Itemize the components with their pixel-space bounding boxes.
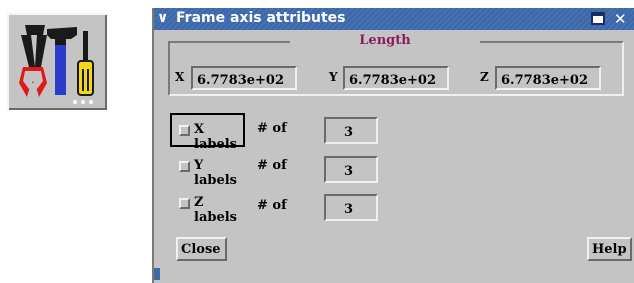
y-labels-checkbox[interactable] bbox=[179, 161, 190, 172]
x-labels-checkbox[interactable] bbox=[179, 125, 190, 136]
x-labels-label: X labels bbox=[194, 122, 237, 152]
y-labels-label: Y labels bbox=[194, 158, 237, 188]
length-z-field[interactable]: 6.7783e+02 bbox=[495, 66, 601, 90]
frame-axis-attributes-window: ∨ Frame axis attributes ✕ Length X 6.778… bbox=[152, 8, 634, 283]
maximize-icon[interactable] bbox=[591, 12, 605, 25]
x-labels-count-field[interactable]: 3 bbox=[324, 117, 378, 144]
y-labels-toggle[interactable]: Y labels bbox=[170, 151, 245, 188]
title-bar[interactable]: ∨ Frame axis attributes ✕ bbox=[154, 8, 634, 30]
z-labels-checkbox[interactable] bbox=[179, 198, 190, 209]
z-labels-toggle[interactable]: Z labels bbox=[170, 188, 245, 225]
z-labels-label: Z labels bbox=[194, 195, 237, 225]
z-labels-count-label: # of bbox=[257, 198, 287, 213]
z-axis-label: Z bbox=[480, 70, 489, 84]
x-labels-count-label: # of bbox=[257, 121, 287, 136]
window-bottom-edge bbox=[154, 268, 160, 280]
window-title: Frame axis attributes bbox=[176, 10, 346, 26]
tools-icon-graphic bbox=[19, 25, 94, 104]
close-button[interactable]: Close bbox=[176, 237, 227, 261]
close-icon[interactable]: ✕ bbox=[614, 10, 627, 28]
tools-icon[interactable] bbox=[7, 13, 107, 110]
length-y-field[interactable]: 6.7783e+02 bbox=[343, 66, 449, 90]
window-menu-icon[interactable]: ∨ bbox=[157, 11, 171, 25]
y-labels-count-label: # of bbox=[257, 158, 287, 173]
z-labels-count-field[interactable]: 3 bbox=[324, 194, 378, 221]
y-axis-label: Y bbox=[329, 70, 338, 84]
y-labels-count-field[interactable]: 3 bbox=[324, 156, 378, 183]
x-axis-label: X bbox=[175, 70, 185, 84]
length-x-field[interactable]: 6.7783e+02 bbox=[191, 66, 297, 90]
help-button[interactable]: Help bbox=[587, 237, 632, 261]
x-labels-toggle[interactable]: X labels bbox=[170, 113, 245, 152]
length-group-title: Length bbox=[290, 33, 480, 48]
